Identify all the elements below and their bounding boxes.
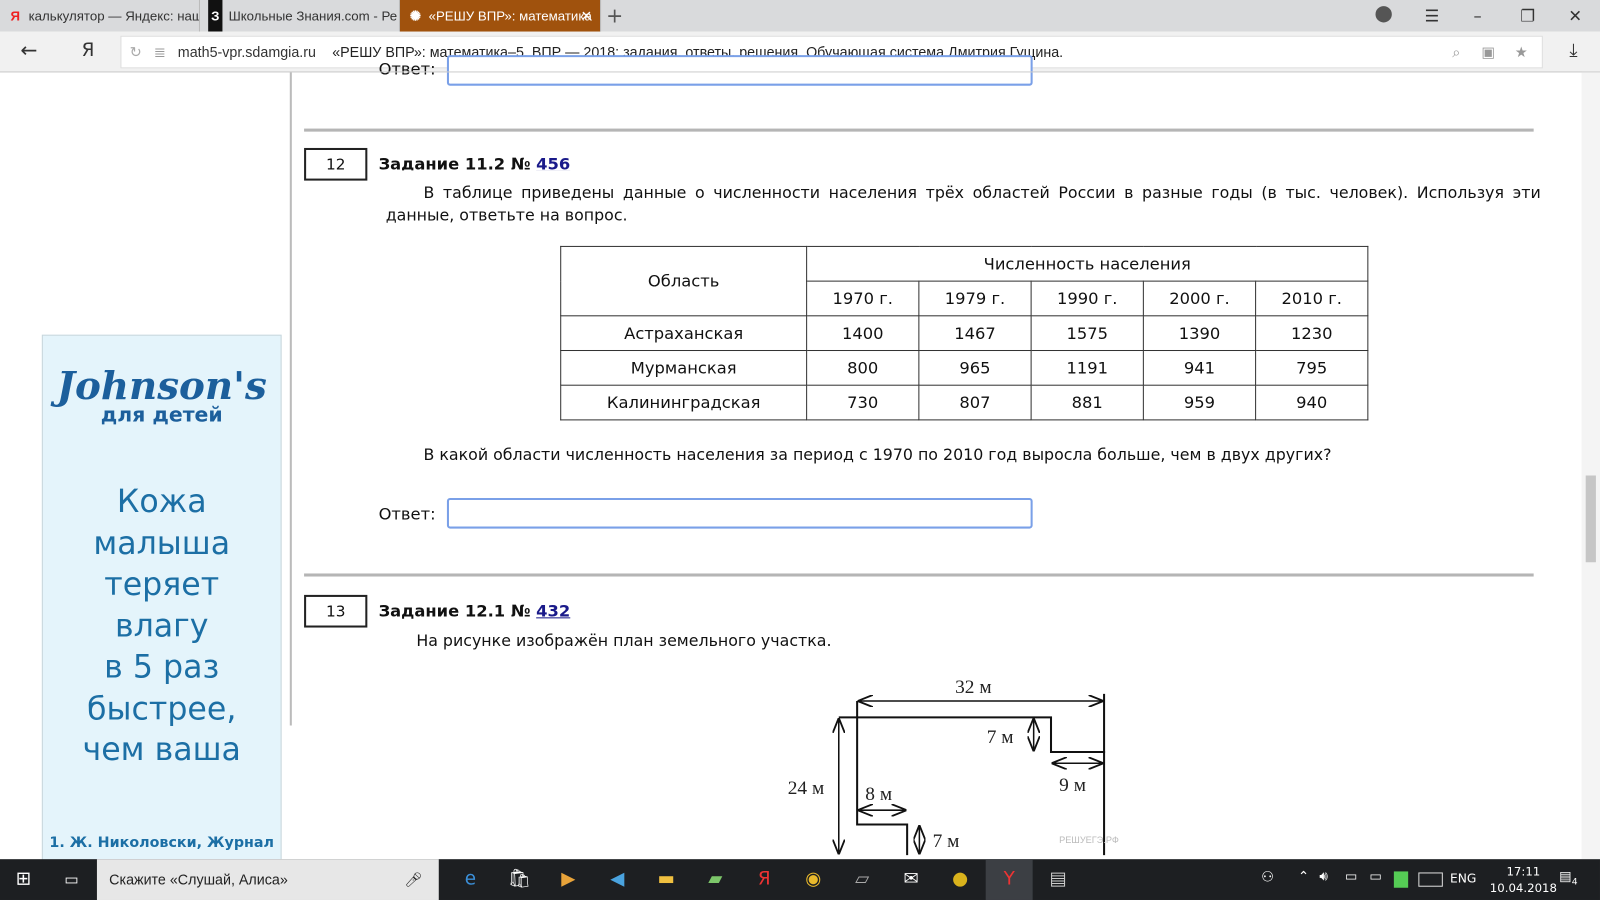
dim-8: 8 м — [865, 784, 892, 805]
notes-icon[interactable]: ▰ — [692, 859, 739, 900]
network-icon[interactable]: ▭ — [1345, 869, 1358, 884]
dim-7-bottom: 7 м — [933, 831, 960, 852]
mail-icon[interactable]: ✉ — [888, 859, 935, 900]
file-explorer-icon[interactable]: ▬ — [643, 859, 690, 900]
scrollbar-thumb[interactable] — [1585, 475, 1596, 563]
windows-start-icon[interactable]: ⊞ — [0, 859, 47, 900]
alice-search-box[interactable]: Скажите «Слушай, Алиса» 🎤︎ — [96, 859, 439, 900]
task-view-icon[interactable]: ▭ — [48, 859, 95, 900]
language-indicator[interactable]: ENG — [1450, 871, 1476, 885]
yandex-browser-icon[interactable]: Y — [985, 859, 1033, 900]
media-player-icon[interactable]: ▶ — [545, 859, 592, 900]
app-icon[interactable]: ▱ — [839, 859, 886, 900]
app-bulb-icon[interactable]: ● — [937, 859, 984, 900]
ad-text: Кожа малыша теряет влагу в 5 раз быстрее, чем … — [82, 483, 241, 769]
tray-chevron-icon[interactable]: ⌃ — [1298, 869, 1309, 884]
store-icon[interactable]: 🛍︎ — [496, 859, 543, 900]
edge-icon[interactable]: e — [447, 859, 494, 900]
people-icon[interactable]: ⚇ — [1261, 869, 1274, 885]
notifications-icon[interactable]: ▤4 — [1559, 869, 1577, 887]
taskbar: ⊞ ▭ Скажите «Слушай, Алиса» 🎤︎ e 🛍︎ ▶ ◀ ▬… — [0, 859, 1600, 900]
dim-24: 24 м — [788, 778, 824, 799]
microphone-icon[interactable]: 🎤︎ — [404, 859, 422, 900]
sync-icon[interactable] — [1393, 871, 1409, 888]
johnsons-ad-banner[interactable]: Johnson's для детей Кожа малыша теряет влаг… — [41, 334, 282, 868]
dim-32: 32 м — [955, 677, 991, 698]
dim-9: 9 м — [1059, 775, 1086, 796]
dim-7-top: 7 м — [987, 727, 1014, 748]
volume-icon[interactable]: 🔊︎ — [1319, 869, 1327, 884]
yandex-app-icon[interactable]: Я — [741, 859, 788, 900]
clock[interactable]: 17:11 10.04.2018 — [1490, 863, 1557, 896]
battery-icon[interactable]: ▭ — [1369, 869, 1382, 884]
chrome-icon[interactable]: ◉ — [790, 859, 837, 900]
scrollbar[interactable] — [1581, 72, 1600, 860]
keyboard-icon[interactable] — [1418, 872, 1443, 887]
notepad-icon[interactable]: ▤ — [1035, 859, 1082, 900]
watermark: РЕШУЕГЭ.РФ — [1059, 835, 1119, 845]
speaker-app-icon[interactable]: ◀ — [594, 859, 641, 900]
